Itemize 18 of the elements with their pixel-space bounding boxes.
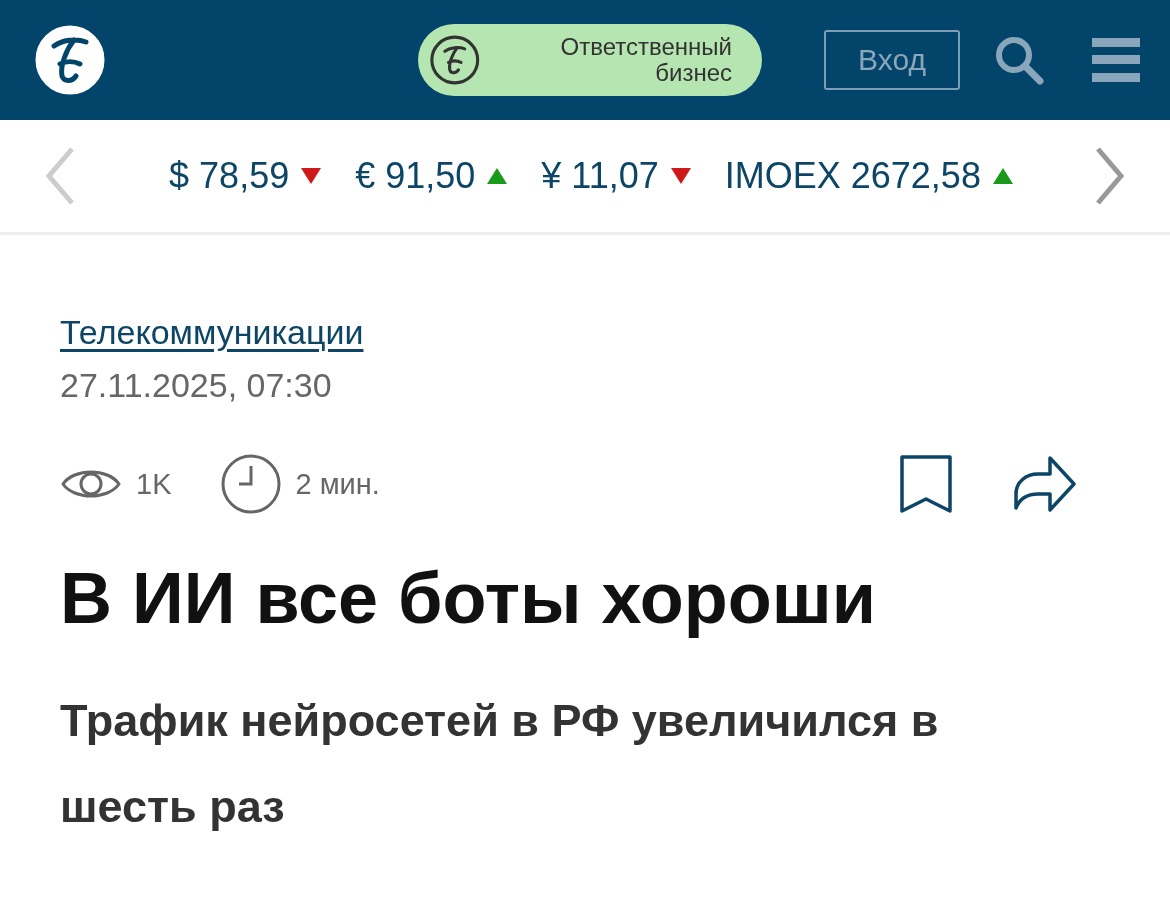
share-icon[interactable]	[1012, 454, 1076, 514]
publish-date: 27.11.2025, 07:30	[60, 366, 333, 405]
rate-value: IMOEX 2672,58	[724, 155, 981, 197]
rate-value: ¥ 11,07	[541, 155, 659, 197]
rate-value: € 91,50	[355, 155, 476, 197]
view-count: 1K	[136, 467, 172, 501]
read-time: 2 мин.	[295, 467, 380, 501]
search-icon[interactable]	[994, 35, 1044, 85]
promo-logo-icon[interactable]	[430, 35, 480, 85]
rate-value: $ 78,59	[169, 155, 290, 197]
promo-button[interactable]: Ответственный бизнес	[418, 24, 762, 96]
article-subtitle: Трафик нейросетей в РФ увеличился в шесть раз	[60, 694, 940, 835]
menu-icon[interactable]	[1092, 38, 1140, 82]
category-link[interactable]: Телекоммуникации	[60, 313, 364, 352]
login-button[interactable]: Вход	[824, 30, 960, 90]
article-title: В ИИ все боты хороши	[60, 559, 877, 639]
clock-icon	[221, 454, 282, 514]
bookmark-icon[interactable]	[898, 453, 954, 515]
